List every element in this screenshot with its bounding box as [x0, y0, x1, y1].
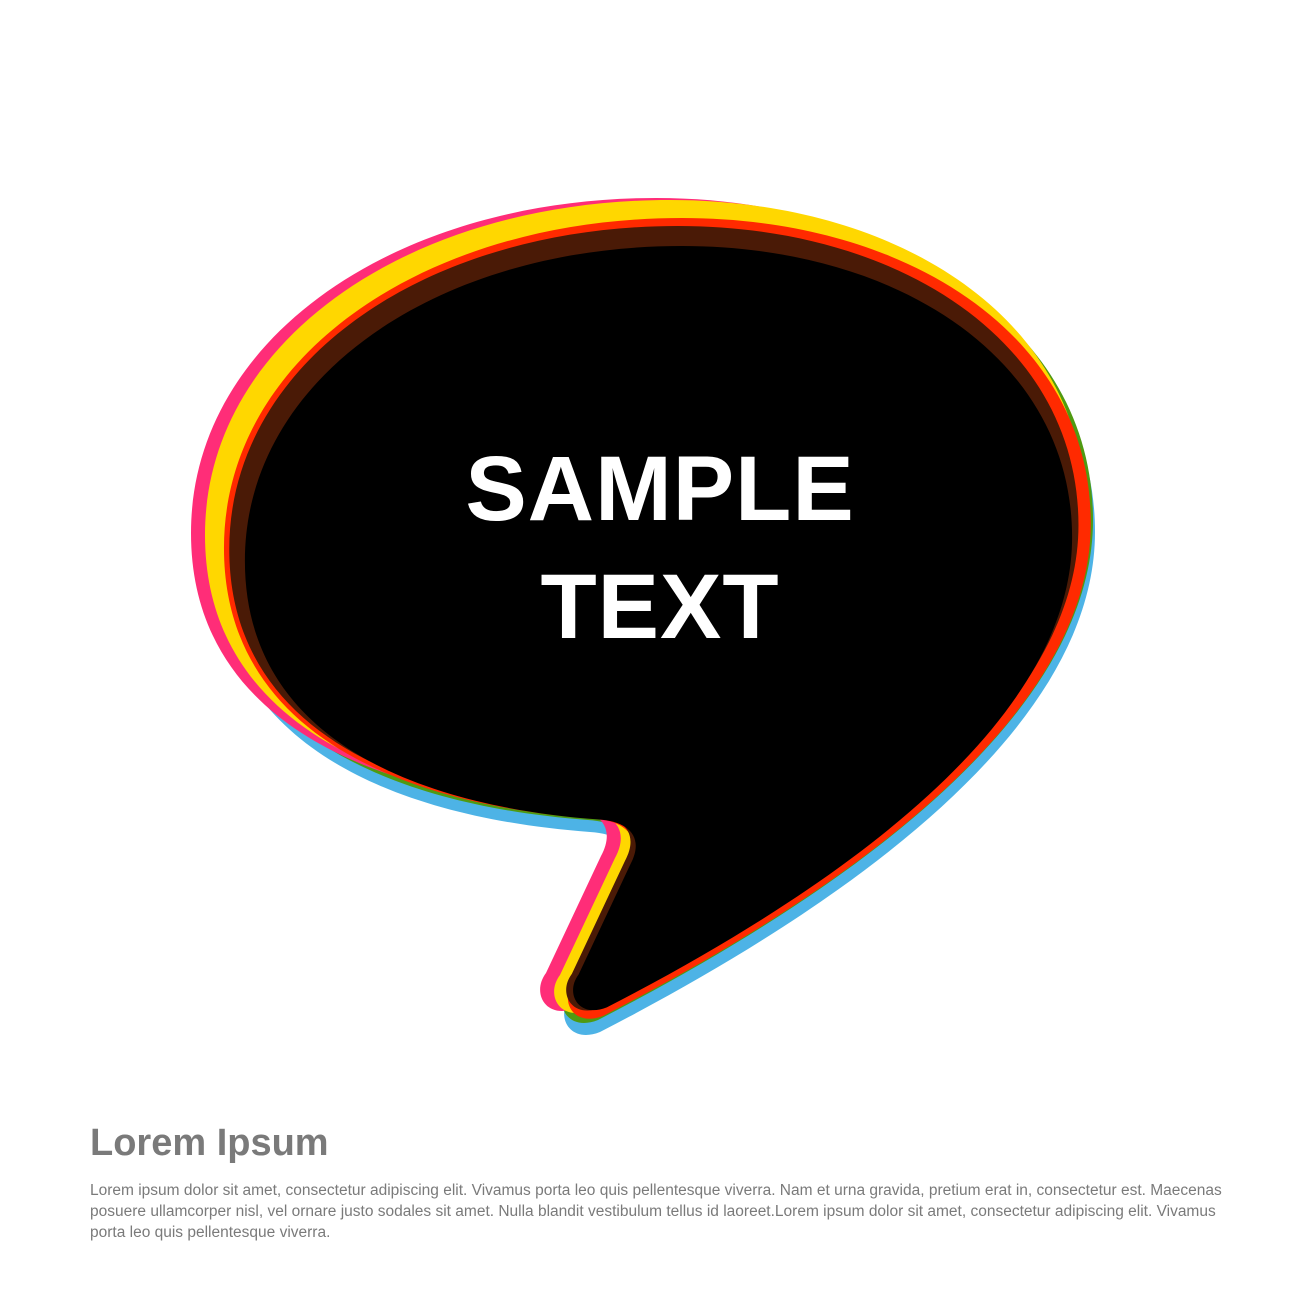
footer-caption: Lorem Ipsum Lorem ipsum dolor sit amet, …	[90, 1120, 1230, 1243]
footer-body-text: Lorem ipsum dolor sit amet, consectetur …	[90, 1182, 1222, 1241]
bubble-text-line-1: SAMPLE	[465, 438, 855, 540]
bubble-text: SAMPLE TEXT	[360, 430, 960, 666]
footer-title: Lorem Ipsum	[90, 1122, 329, 1164]
bubble-text-line-2: TEXT	[540, 556, 780, 658]
